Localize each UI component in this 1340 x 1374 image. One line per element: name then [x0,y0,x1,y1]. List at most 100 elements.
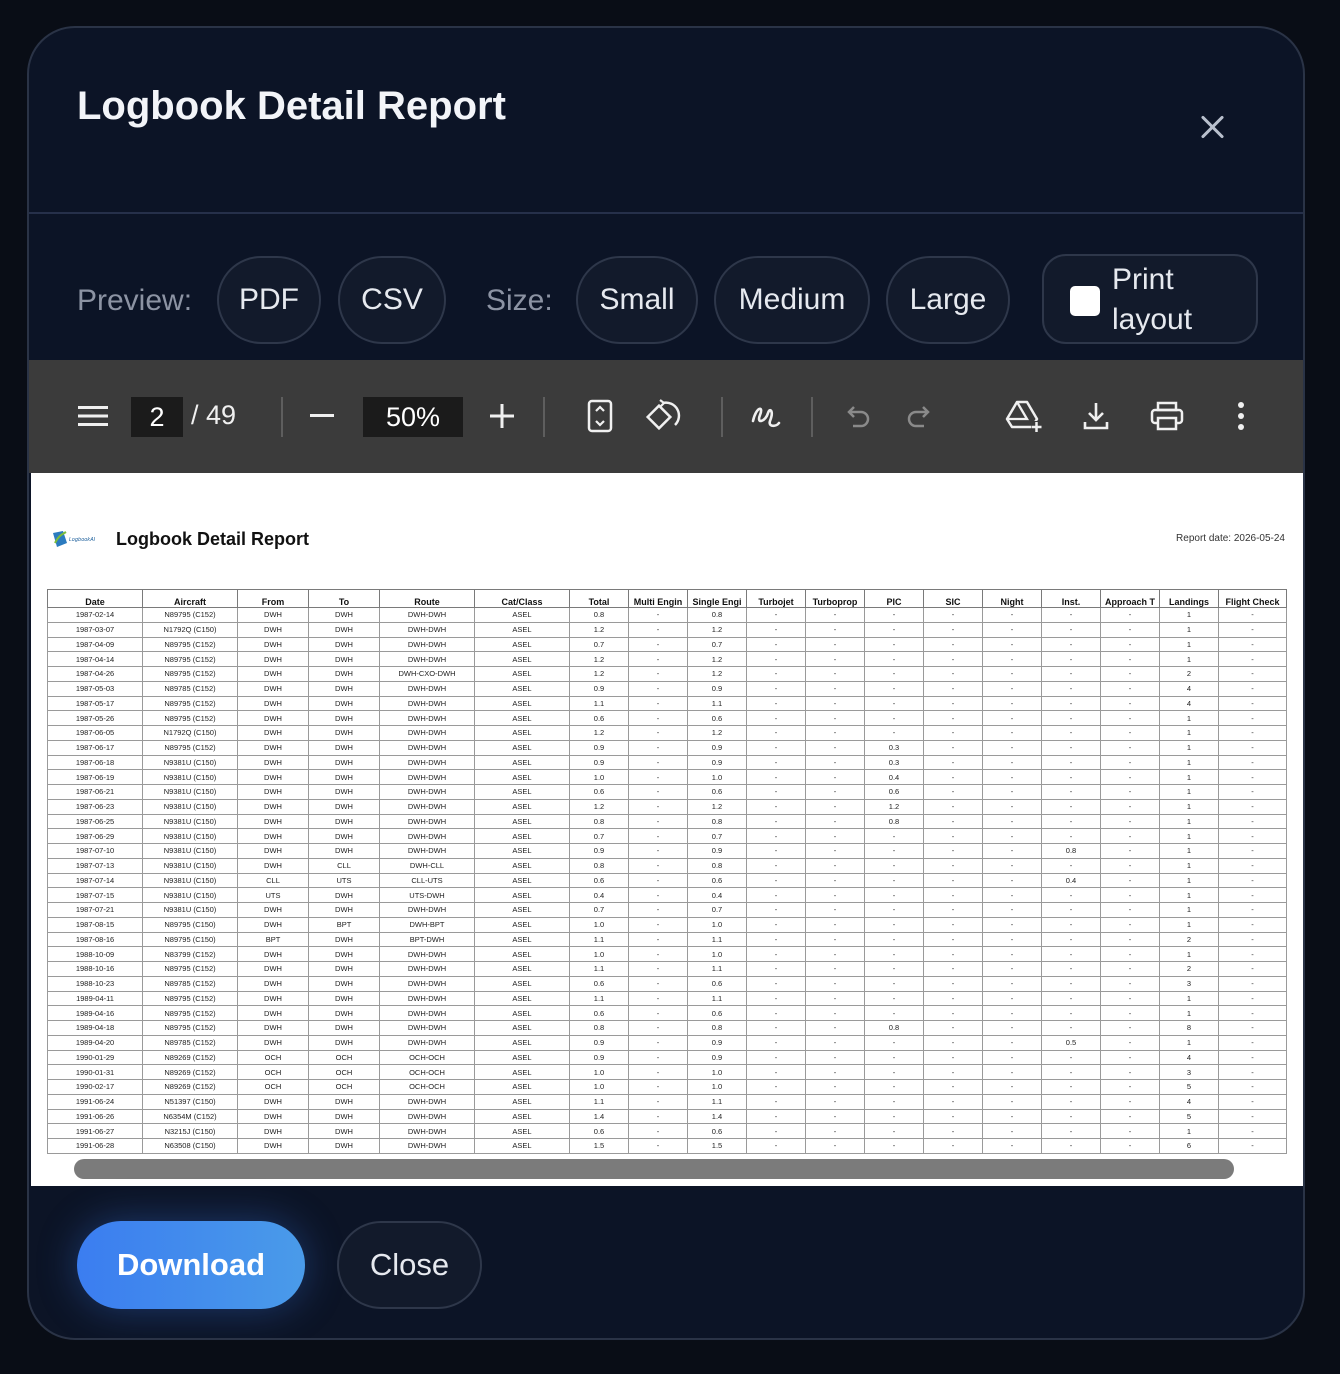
table-cell: - [1041,961,1101,977]
table-cell: - [923,1138,983,1154]
table-cell: - [1041,739,1101,756]
table-cell: - [805,872,865,889]
redo-icon[interactable] [895,390,945,442]
table-cell: - [923,902,983,918]
more-options-icon[interactable] [1216,390,1266,442]
table-cell: - [923,1108,983,1125]
page-number-input[interactable]: 2 [131,397,183,437]
table-cell: - [923,725,983,741]
annotate-icon[interactable] [741,390,791,442]
download-icon[interactable] [1071,390,1121,442]
table-row: 1987-06-05 N1792Q (C150) DWH DWH DWH-DWH ASEL… [47,725,1287,741]
table-cell: - [746,607,806,623]
table-cell: N89795 (C152) [142,990,238,1007]
close-button[interactable]: Close [337,1221,482,1309]
table-cell: ASEL [474,636,570,653]
table-cell: 1987-07-14 [47,872,143,889]
undo-icon[interactable] [832,390,882,442]
table-cell: - [628,1079,688,1095]
table-cell: - [746,695,806,712]
table-cell: DWH [237,828,309,844]
table-row: 1987-07-14 N9381U (C150) CLL UTS CLL-UTS ASEL… [47,872,1287,889]
table-cell: DWH [308,1034,380,1051]
table-cell: ASEL [474,961,570,977]
table-cell: - [746,1005,806,1021]
table-cell: CLL [237,872,309,889]
table-cell: DWH [308,843,380,859]
size-medium-button[interactable]: Medium [714,256,870,344]
table-cell: - [982,725,1042,741]
table-cell: DWH [308,990,380,1007]
table-cell: - [1041,1079,1101,1095]
table-cell: - [746,769,806,785]
table-cell: - [923,872,983,889]
table-cell: 1 [1159,916,1219,933]
print-layout-toggle[interactable]: Print layout [1042,254,1258,344]
table-cell: - [805,680,865,697]
table-cell: 1989-04-18 [47,1020,143,1036]
print-icon[interactable] [1142,390,1192,442]
table-cell: - [1041,666,1101,682]
size-large-button[interactable]: Large [886,256,1010,344]
table-cell: - [1218,695,1287,712]
menu-icon[interactable] [68,390,118,442]
horizontal-scrollbar[interactable] [74,1159,1234,1179]
table-cell: - [746,931,806,948]
table-cell: 0.7 [687,828,747,844]
table-row: 1987-06-19 N9381U (C150) DWH DWH DWH-DWH ASEL… [47,769,1287,785]
table-cell: - [1218,1020,1287,1036]
table-cell: OCH-OCH [379,1064,475,1080]
fit-page-icon[interactable] [575,390,625,442]
table-cell: DWH-DWH [379,607,475,623]
table-cell: N89785 (C152) [142,975,238,992]
print-layout-checkbox[interactable] [1070,286,1100,316]
rotate-icon[interactable] [638,390,688,442]
zoom-level[interactable]: 50% [363,397,463,437]
table-cell: N9381U (C150) [142,828,238,844]
table-cell: 0.7 [687,636,747,653]
table-cell: - [923,1079,983,1095]
preview-csv-button[interactable]: CSV [338,256,446,344]
table-cell: 1987-04-26 [47,666,143,682]
table-cell: N89269 (C152) [142,1064,238,1080]
table-cell: - [1218,710,1287,726]
column-header: SIC [923,589,983,608]
close-icon[interactable] [1191,106,1235,150]
download-button[interactable]: Download [77,1221,305,1309]
zoom-in-icon[interactable] [477,390,527,442]
table-cell: - [1100,843,1160,859]
table-cell: - [746,843,806,859]
table-cell: - [746,1093,806,1110]
table-cell: 1 [1159,798,1219,815]
table-cell: - [746,1034,806,1051]
report-title: Logbook Detail Report [116,529,309,549]
table-cell: 1.5 [687,1138,747,1154]
table-cell: - [628,1064,688,1080]
table-cell: - [1218,784,1287,800]
table-cell: - [746,1138,806,1154]
table-cell: - [1100,636,1160,653]
column-header: Route [379,589,475,608]
table-cell: 0.4 [569,887,629,903]
table-cell: N63508 (C150) [142,1138,238,1154]
column-header: Cat/Class [474,589,570,608]
table-cell: - [805,1064,865,1080]
zoom-out-icon[interactable] [297,390,347,442]
table-cell: DWH-DWH [379,725,475,741]
size-small-button[interactable]: Small [576,256,698,344]
table-cell: - [1218,621,1287,638]
table-cell: - [1041,887,1101,903]
table-cell: - [864,975,924,992]
table-cell: 1.2 [687,651,747,667]
table-cell: ASEL [474,725,570,741]
table-cell: - [864,1123,924,1139]
preview-pdf-button[interactable]: PDF [217,256,321,344]
table-cell: - [805,798,865,815]
table-cell: - [982,916,1042,933]
table-cell: - [1100,754,1160,771]
table-cell: - [628,710,688,726]
table-cell: - [1041,607,1101,623]
add-to-drive-icon[interactable] [999,390,1049,442]
table-cell: DWH-DWH [379,1108,475,1125]
table-cell: 1.0 [687,1064,747,1080]
